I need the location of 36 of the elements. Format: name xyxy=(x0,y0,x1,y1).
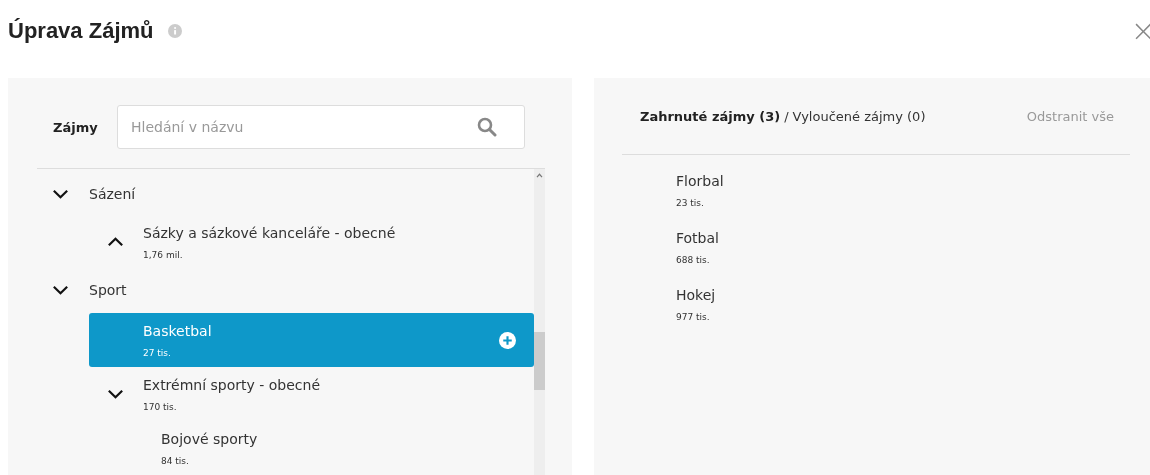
chevron-up-icon[interactable] xyxy=(107,237,124,247)
search-icon xyxy=(477,117,497,137)
chevron-down-icon[interactable] xyxy=(107,389,124,399)
tree-item[interactable]: Sázky a sázkové kanceláře - obecné 1,76 mil. xyxy=(89,215,534,269)
add-icon[interactable] xyxy=(499,331,516,349)
item-name: Sázení xyxy=(89,185,137,204)
scrollbar-thumb[interactable] xyxy=(534,332,545,390)
scroll-up-icon[interactable] xyxy=(536,173,543,178)
tree-item[interactable]: Bojové sporty 84 tis. xyxy=(107,421,534,475)
chevron-down-icon[interactable] xyxy=(52,189,69,199)
tree-item[interactable]: Sport xyxy=(52,269,534,311)
item-name: Bojové sporty xyxy=(161,430,259,449)
audience-count: 977 tis. xyxy=(676,311,711,323)
chevron-down-icon[interactable] xyxy=(52,285,69,295)
item-name: Sázky a sázkové kanceláře - obecné xyxy=(143,224,397,243)
separator: / xyxy=(784,108,789,124)
item-name: Florbal xyxy=(676,172,725,191)
tree-item[interactable]: Sázení xyxy=(52,173,534,215)
item-name: Hokej xyxy=(676,286,717,305)
tab[interactable]: Zahrnuté zájmy (3) xyxy=(640,108,781,124)
tree-item[interactable]: Extrémní sporty - obecné 170 tis. xyxy=(89,367,534,421)
search-field[interactable]: Hledání v názvu xyxy=(117,105,525,149)
audience-count: 27 tis. xyxy=(143,347,172,359)
audience-count: 1,76 mil. xyxy=(143,249,184,261)
tab[interactable]: Vyloučené zájmy (0) xyxy=(792,108,926,124)
dialog-title: Úprava Zájmů xyxy=(8,18,154,44)
audience-count: 23 tis. xyxy=(676,197,705,209)
audience-count: 84 tis. xyxy=(161,455,190,467)
item-name: Extrémní sporty - obecné xyxy=(143,376,321,395)
item-name: Fotbal xyxy=(676,229,720,248)
item-name: Basketbal xyxy=(143,322,213,341)
audience-count: 688 tis. xyxy=(676,254,711,266)
item-name: Sport xyxy=(89,281,128,300)
field-label: Zájmy xyxy=(53,119,99,135)
audience-count: 170 tis. xyxy=(143,401,178,413)
scrollbar[interactable] xyxy=(534,169,545,475)
